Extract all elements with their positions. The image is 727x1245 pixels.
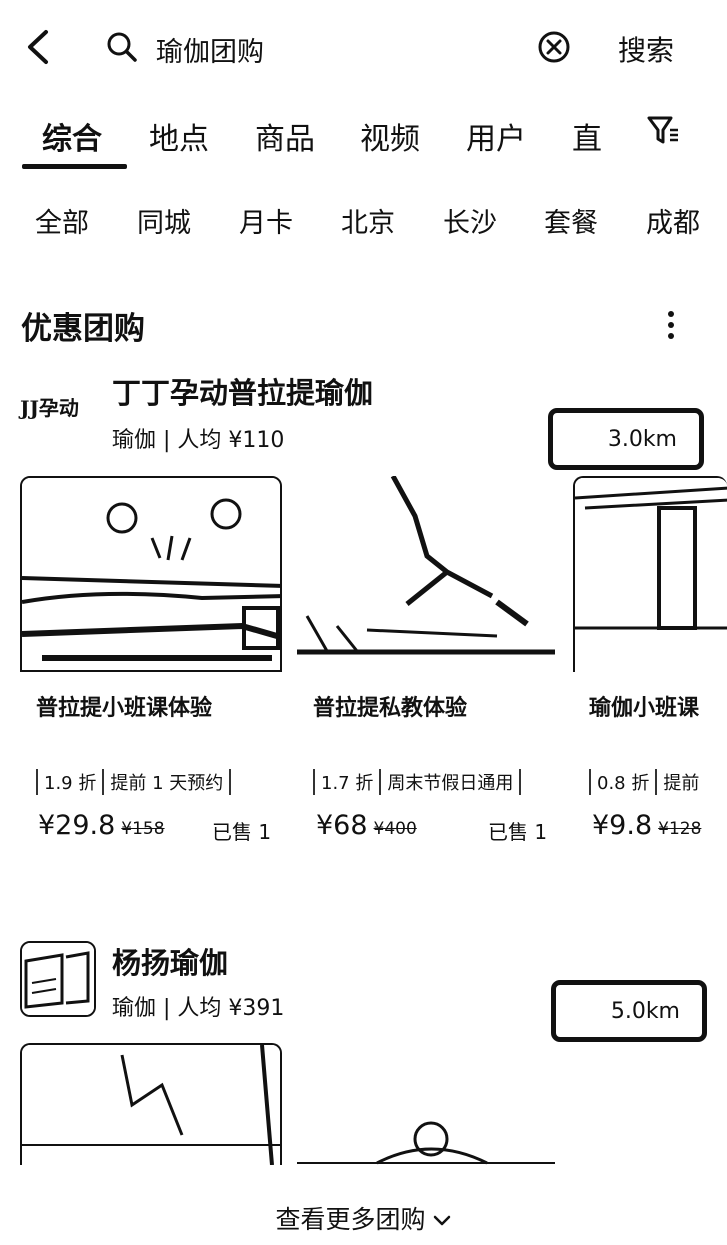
deal-image[interactable] bbox=[297, 476, 555, 672]
tag-all[interactable]: 全部 bbox=[35, 201, 89, 240]
holiday-tag: 周末节假日通用 bbox=[379, 769, 522, 795]
tag-same-city[interactable]: 同城 bbox=[137, 201, 191, 240]
tab-live[interactable]: 直 bbox=[572, 114, 612, 158]
tag-changsha[interactable]: 长沙 bbox=[443, 201, 497, 240]
deal-tags: 0.8 折提前 bbox=[589, 769, 705, 795]
deal-tags: 1.7 折周末节假日通用 bbox=[313, 769, 522, 795]
active-tab-indicator bbox=[22, 164, 127, 169]
deal-image[interactable] bbox=[573, 476, 727, 672]
tag-beijing[interactable]: 北京 bbox=[341, 201, 395, 240]
see-more-deals-link[interactable]: 查看更多团购 bbox=[0, 1200, 727, 1236]
tag-package[interactable]: 套餐 bbox=[544, 201, 598, 240]
deal-image[interactable] bbox=[20, 1043, 282, 1165]
shop-logo-image bbox=[22, 943, 94, 1015]
distance-badge: 3.0km bbox=[548, 408, 704, 470]
deal-title[interactable]: 瑜伽小班课 bbox=[589, 690, 699, 722]
tab-places[interactable]: 地点 bbox=[149, 114, 209, 158]
deal-tags: 1.9 折提前 1 天预约 bbox=[36, 769, 232, 795]
category-tabs: 综合 地点 商品 视频 用户 直 bbox=[0, 108, 727, 170]
original-price: ¥158 bbox=[121, 819, 165, 839]
distance-badge: 5.0km bbox=[551, 980, 707, 1042]
tag-monthly-card[interactable]: 月卡 bbox=[239, 201, 293, 240]
deal-price: ¥9.8 ¥128 bbox=[592, 810, 701, 841]
sold-count: 已售 1 bbox=[212, 820, 272, 844]
pilates-illustration bbox=[297, 476, 555, 672]
more-vertical-icon[interactable] bbox=[660, 308, 682, 342]
shop-meta: 瑜伽 | 人均 ¥391 bbox=[112, 996, 285, 1021]
deal-title[interactable]: 普拉提小班课体验 bbox=[36, 690, 212, 722]
discount-tag: 1.7 折 bbox=[313, 769, 379, 795]
shop-name[interactable]: 丁丁孕动普拉提瑜伽 bbox=[112, 370, 373, 412]
tab-comprehensive[interactable]: 综合 bbox=[42, 114, 102, 158]
filter-icon[interactable] bbox=[646, 113, 680, 147]
booking-tag: 提前 1 天预约 bbox=[102, 769, 232, 795]
tab-users[interactable]: 用户 bbox=[466, 114, 526, 158]
discount-tag: 1.9 折 bbox=[36, 769, 102, 795]
current-price: ¥9.8 bbox=[592, 810, 653, 841]
tab-products[interactable]: 商品 bbox=[255, 114, 315, 158]
meditation-illustration bbox=[297, 1043, 555, 1165]
shop-logo-text: JJ孕动 bbox=[20, 396, 79, 420]
shop-logo[interactable] bbox=[20, 941, 96, 1017]
tag-chengdu[interactable]: 成都 bbox=[646, 201, 700, 240]
shop-meta: 瑜伽 | 人均 ¥110 bbox=[112, 428, 285, 453]
current-price: ¥68 bbox=[316, 810, 368, 841]
section-title: 优惠团购 bbox=[21, 311, 145, 347]
shop-name[interactable]: 杨扬瑜伽 bbox=[112, 940, 228, 982]
shop-logo[interactable]: JJ孕动 bbox=[20, 392, 100, 432]
discount-tag: 0.8 折 bbox=[589, 769, 655, 795]
search-button[interactable]: 搜索 bbox=[618, 29, 674, 69]
deal-price: ¥68 ¥400 bbox=[316, 810, 417, 841]
clear-search-icon[interactable] bbox=[537, 30, 571, 64]
original-price: ¥128 bbox=[658, 819, 702, 839]
studio-illustration bbox=[575, 478, 727, 672]
chevron-down-icon bbox=[434, 1215, 451, 1226]
search-icon bbox=[107, 32, 137, 62]
see-more-label: 查看更多团购 bbox=[275, 1205, 426, 1234]
deal-image[interactable] bbox=[297, 1043, 555, 1165]
original-price: ¥400 bbox=[373, 819, 417, 839]
search-input[interactable]: 瑜伽团购 bbox=[156, 30, 264, 69]
current-price: ¥29.8 bbox=[38, 810, 116, 841]
yoga-class-illustration bbox=[22, 1045, 280, 1165]
deal-title[interactable]: 普拉提私教体验 bbox=[313, 690, 467, 722]
deal-price: ¥29.8 ¥158 bbox=[38, 810, 165, 841]
tab-videos[interactable]: 视频 bbox=[360, 114, 420, 158]
sold-count: 已售 1 bbox=[488, 820, 548, 844]
yoga-studio-illustration bbox=[22, 478, 280, 670]
booking-tag: 提前 bbox=[655, 769, 705, 795]
back-chevron-icon[interactable] bbox=[22, 28, 58, 66]
deal-image[interactable] bbox=[20, 476, 282, 672]
